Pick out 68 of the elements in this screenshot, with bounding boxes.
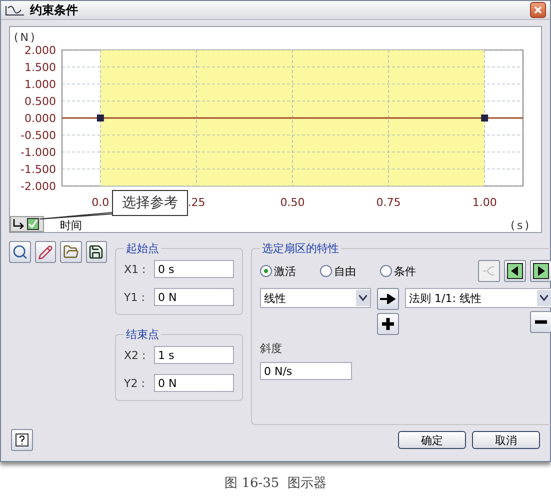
open-folder-button[interactable]	[60, 241, 82, 263]
ok-button[interactable]: 确定	[398, 431, 466, 449]
input-field[interactable]: 0 N	[154, 288, 234, 306]
search-button[interactable]	[9, 241, 30, 263]
next-button[interactable]	[530, 260, 551, 282]
y-tick-label: -2.000	[20, 180, 56, 193]
field-label: Y2 :	[124, 376, 146, 390]
group-title: 结束点	[125, 327, 160, 342]
window-title: 约束条件	[30, 2, 79, 18]
close-button[interactable]	[530, 2, 546, 18]
leader-line	[40, 212, 112, 220]
right-arrow-icon	[380, 294, 396, 304]
y-tick-label: 0.000	[24, 112, 56, 125]
x-tick-label: 0.50	[280, 196, 305, 206]
y-axis-unit: (N)	[14, 31, 38, 44]
save-button[interactable]	[86, 241, 107, 263]
apply-arrow-button[interactable]	[377, 288, 399, 310]
checkbox[interactable]	[27, 218, 39, 230]
close-icon	[534, 6, 542, 14]
y-tick-label: 1.500	[24, 61, 56, 74]
figure-caption: 图 16-35 图示器	[224, 475, 328, 492]
slope-label: 斜度	[260, 341, 283, 356]
slope-field[interactable]: 0 N/s	[260, 362, 352, 380]
input-field[interactable]: 1 s	[154, 346, 234, 364]
x-axis-label: 时间	[60, 219, 82, 232]
x-tick-label: 0.0	[92, 196, 110, 206]
x-tick-label: 0.75	[376, 196, 401, 206]
field-label: Y1 :	[124, 290, 146, 304]
wave-icon	[5, 4, 25, 16]
input-field[interactable]: 0 s	[154, 260, 234, 278]
x-axis-unit: (s)	[510, 219, 531, 232]
pen-button[interactable]	[34, 241, 56, 263]
y-tick-label: 0.500	[24, 95, 56, 108]
remove-button[interactable]	[530, 311, 551, 333]
square-marker[interactable]	[481, 114, 488, 122]
dropdown-caret-icon[interactable]	[356, 290, 370, 306]
radio-option[interactable]: 激活	[260, 264, 316, 278]
minus-icon	[534, 319, 548, 325]
radio-indicator[interactable]	[380, 265, 392, 277]
y-tick-label: -0.500	[20, 129, 56, 142]
radio-indicator[interactable]	[260, 265, 272, 277]
group-title: 起始点	[125, 241, 160, 256]
radio-option[interactable]: 自由	[320, 264, 376, 278]
radio-indicator[interactable]	[320, 265, 332, 277]
y-tick-label: 1.000	[24, 78, 56, 91]
x-tick-label: .25	[188, 196, 206, 206]
y-tick-label: -1.000	[20, 146, 56, 159]
x-tick-label: 1.00	[472, 196, 497, 206]
add-button[interactable]	[377, 313, 399, 335]
callout: 选择参考	[112, 190, 188, 216]
group-title: 选定扇区的特性	[261, 241, 340, 256]
plus-icon	[381, 317, 395, 331]
corner-arrow-icon	[13, 219, 25, 229]
type-dropdown[interactable]: 线性	[260, 288, 371, 308]
previous-button[interactable]	[504, 260, 526, 282]
reference-button[interactable]	[10, 216, 44, 232]
radio-option[interactable]: 条件	[380, 264, 436, 278]
input-field[interactable]: 0 N	[154, 374, 234, 392]
help-icon	[15, 433, 29, 447]
cancel-button[interactable]: 取消	[472, 431, 540, 449]
branch-icon	[482, 265, 496, 277]
help-button[interactable]	[11, 429, 33, 451]
y-tick-label: -1.500	[20, 163, 56, 176]
law-dropdown[interactable]: 法则 1/1: 线性	[405, 288, 551, 308]
y-tick-label: 2.000	[24, 44, 56, 57]
field-label: X2 :	[124, 348, 147, 362]
dropdown-caret-icon[interactable]	[537, 290, 551, 306]
field-label: X1 :	[124, 262, 147, 276]
